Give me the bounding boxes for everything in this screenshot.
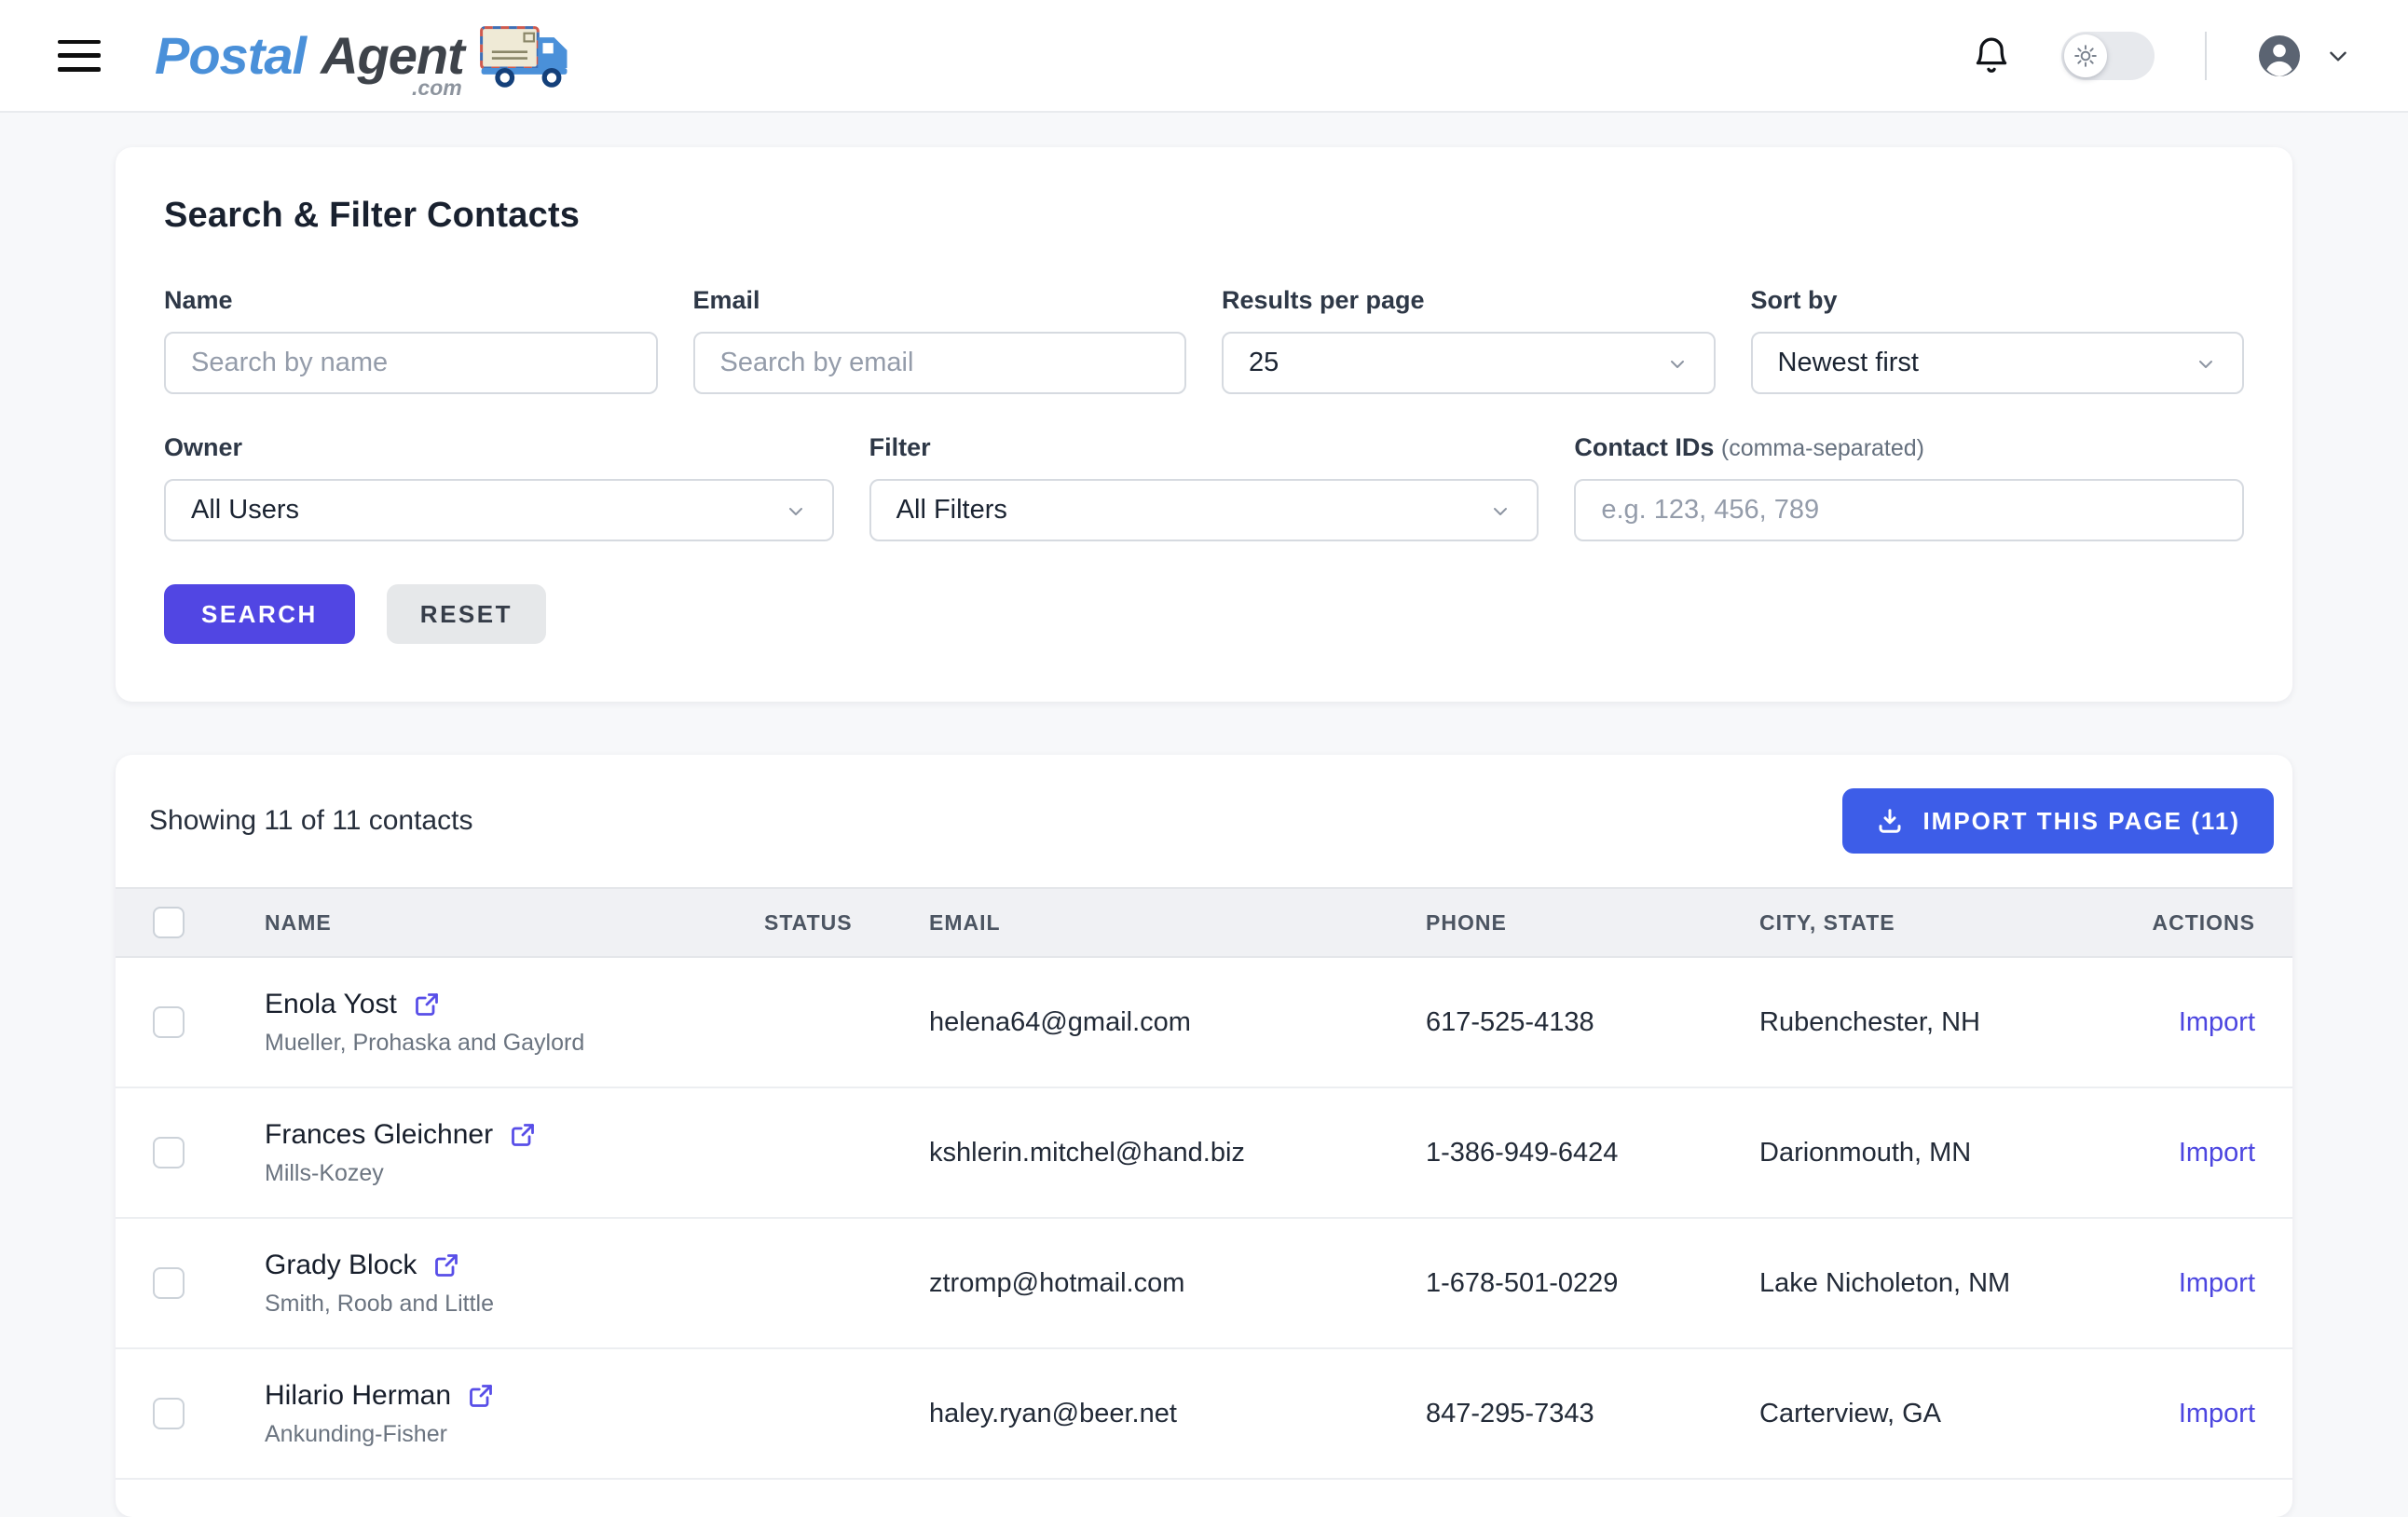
chevron-down-icon [2326, 44, 2350, 68]
owner-field: Owner All Users [164, 433, 834, 541]
filter-field: Filter All Filters [869, 433, 1539, 541]
owner-label: Owner [164, 433, 834, 462]
results-per-page-label: Results per page [1222, 286, 1716, 315]
theme-toggle[interactable] [2061, 32, 2155, 80]
results-per-page-field: Results per page 25 [1222, 286, 1716, 394]
contact-city-state: Darionmouth, MN [1759, 1138, 2128, 1168]
name-label: Name [164, 286, 658, 315]
contact-email: ztromp@hotmail.com [929, 1268, 1426, 1299]
column-header-name: NAME [265, 910, 764, 936]
table-row: Grady Block Smith, Roob and Little ztrom… [116, 1219, 2292, 1349]
chevron-down-icon [1666, 352, 1689, 375]
import-link[interactable]: Import [2179, 1268, 2255, 1298]
table-row: Enola Yost Mueller, Prohaska and Gaylord… [116, 958, 2292, 1088]
table-row: Frances Gleichner Mills-Kozey kshlerin.m… [116, 1088, 2292, 1219]
contact-ids-field: Contact IDs (comma-separated) [1574, 433, 2244, 541]
import-this-page-button[interactable]: IMPORT THIS PAGE (11) [1842, 788, 2274, 854]
row-checkbox[interactable] [153, 1006, 185, 1038]
filter-select[interactable]: All Filters [869, 479, 1539, 541]
chevron-down-icon [785, 499, 807, 522]
sort-by-select[interactable]: Newest first [1751, 332, 2245, 394]
mail-truck-icon [479, 24, 576, 88]
name-input[interactable] [164, 332, 658, 394]
email-label: Email [693, 286, 1187, 315]
contact-company: Mueller, Prohaska and Gaylord [265, 1030, 764, 1057]
logo-com-text: .com [412, 75, 462, 101]
import-link[interactable]: Import [2179, 1138, 2255, 1168]
column-header-email: EMAIL [929, 910, 1426, 936]
import-this-page-label: IMPORT THIS PAGE (11) [1922, 807, 2240, 836]
sort-by-value: Newest first [1778, 348, 1919, 378]
contact-company: Ankunding-Fisher [265, 1421, 764, 1448]
import-link[interactable]: Import [2179, 1399, 2255, 1428]
contact-company: Mills-Kozey [265, 1160, 764, 1187]
contact-phone: 1-678-501-0229 [1426, 1268, 1759, 1299]
table-row: Hilario Herman Ankunding-Fisher haley.ry… [116, 1349, 2292, 1480]
sort-by-label: Sort by [1751, 286, 2245, 315]
filter-label: Filter [869, 433, 1539, 462]
sort-by-field: Sort by Newest first [1751, 286, 2245, 394]
reset-button[interactable]: RESET [387, 584, 546, 644]
search-filter-card: Search & Filter Contacts Name Email Resu… [116, 147, 2292, 702]
contact-name: Enola Yost [265, 989, 397, 1020]
notifications-button[interactable] [1970, 34, 2013, 77]
search-button[interactable]: SEARCH [164, 584, 355, 644]
email-field: Email [693, 286, 1187, 394]
avatar-icon [2257, 34, 2302, 78]
owner-value: All Users [191, 495, 299, 526]
select-all-checkbox[interactable] [153, 907, 185, 938]
contact-name: Grady Block [265, 1250, 417, 1281]
contact-city-state: Lake Nicholeton, NM [1759, 1268, 2128, 1299]
contact-phone: 1-386-949-6424 [1426, 1138, 1759, 1168]
logo-postal-text: Postal [155, 25, 306, 86]
hamburger-menu-button[interactable] [58, 40, 101, 72]
contact-ids-hint: (comma-separated) [1721, 435, 1924, 461]
table-header-row: NAME STATUS EMAIL PHONE CITY, STATE ACTI… [116, 887, 2292, 958]
row-checkbox[interactable] [153, 1398, 185, 1429]
contact-city-state: Carterview, GA [1759, 1399, 2128, 1429]
column-header-phone: PHONE [1426, 910, 1759, 936]
contact-name: Frances Gleichner [265, 1119, 493, 1151]
name-field: Name [164, 286, 658, 394]
external-link-icon[interactable] [510, 1122, 536, 1148]
contacts-results-card: Showing 11 of 11 contacts IMPORT THIS PA… [116, 755, 2292, 1517]
contact-ids-label: Contact IDs [1574, 433, 1714, 461]
results-summary: Showing 11 of 11 contacts [149, 805, 472, 837]
chevron-down-icon [2195, 352, 2217, 375]
app-logo: Postal Agent .com [155, 24, 576, 88]
bell-icon [1970, 34, 2013, 77]
contact-email: kshlerin.mitchel@hand.biz [929, 1138, 1426, 1168]
user-menu-button[interactable] [2257, 34, 2350, 78]
contact-phone: 617-525-4138 [1426, 1007, 1759, 1038]
panel-title: Search & Filter Contacts [164, 196, 2244, 236]
row-checkbox[interactable] [153, 1267, 185, 1299]
hamburger-icon [58, 40, 101, 45]
row-checkbox[interactable] [153, 1137, 185, 1168]
column-header-actions: ACTIONS [2128, 910, 2292, 936]
contact-email: helena64@gmail.com [929, 1007, 1426, 1038]
column-header-status: STATUS [764, 910, 929, 936]
contact-city-state: Rubenchester, NH [1759, 1007, 2128, 1038]
results-per-page-select[interactable]: 25 [1222, 332, 1716, 394]
external-link-icon[interactable] [468, 1383, 494, 1409]
email-input[interactable] [693, 332, 1187, 394]
contact-ids-input[interactable] [1574, 479, 2244, 541]
top-bar: Postal Agent .com [0, 0, 2408, 113]
external-link-icon[interactable] [414, 991, 440, 1018]
results-per-page-value: 25 [1249, 348, 1279, 378]
contact-company: Smith, Roob and Little [265, 1291, 764, 1318]
theme-toggle-knob [2064, 34, 2107, 77]
external-link-icon[interactable] [433, 1252, 459, 1278]
chevron-down-icon [1489, 499, 1512, 522]
contact-phone: 847-295-7343 [1426, 1399, 1759, 1429]
sun-icon [2073, 44, 2098, 68]
download-icon [1876, 807, 1904, 835]
contact-name: Hilario Herman [265, 1380, 451, 1412]
contact-email: haley.ryan@beer.net [929, 1399, 1426, 1429]
column-header-city-state: CITY, STATE [1759, 910, 2128, 936]
header-divider [2205, 32, 2207, 80]
owner-select[interactable]: All Users [164, 479, 834, 541]
import-link[interactable]: Import [2179, 1007, 2255, 1037]
filter-value: All Filters [896, 495, 1007, 526]
